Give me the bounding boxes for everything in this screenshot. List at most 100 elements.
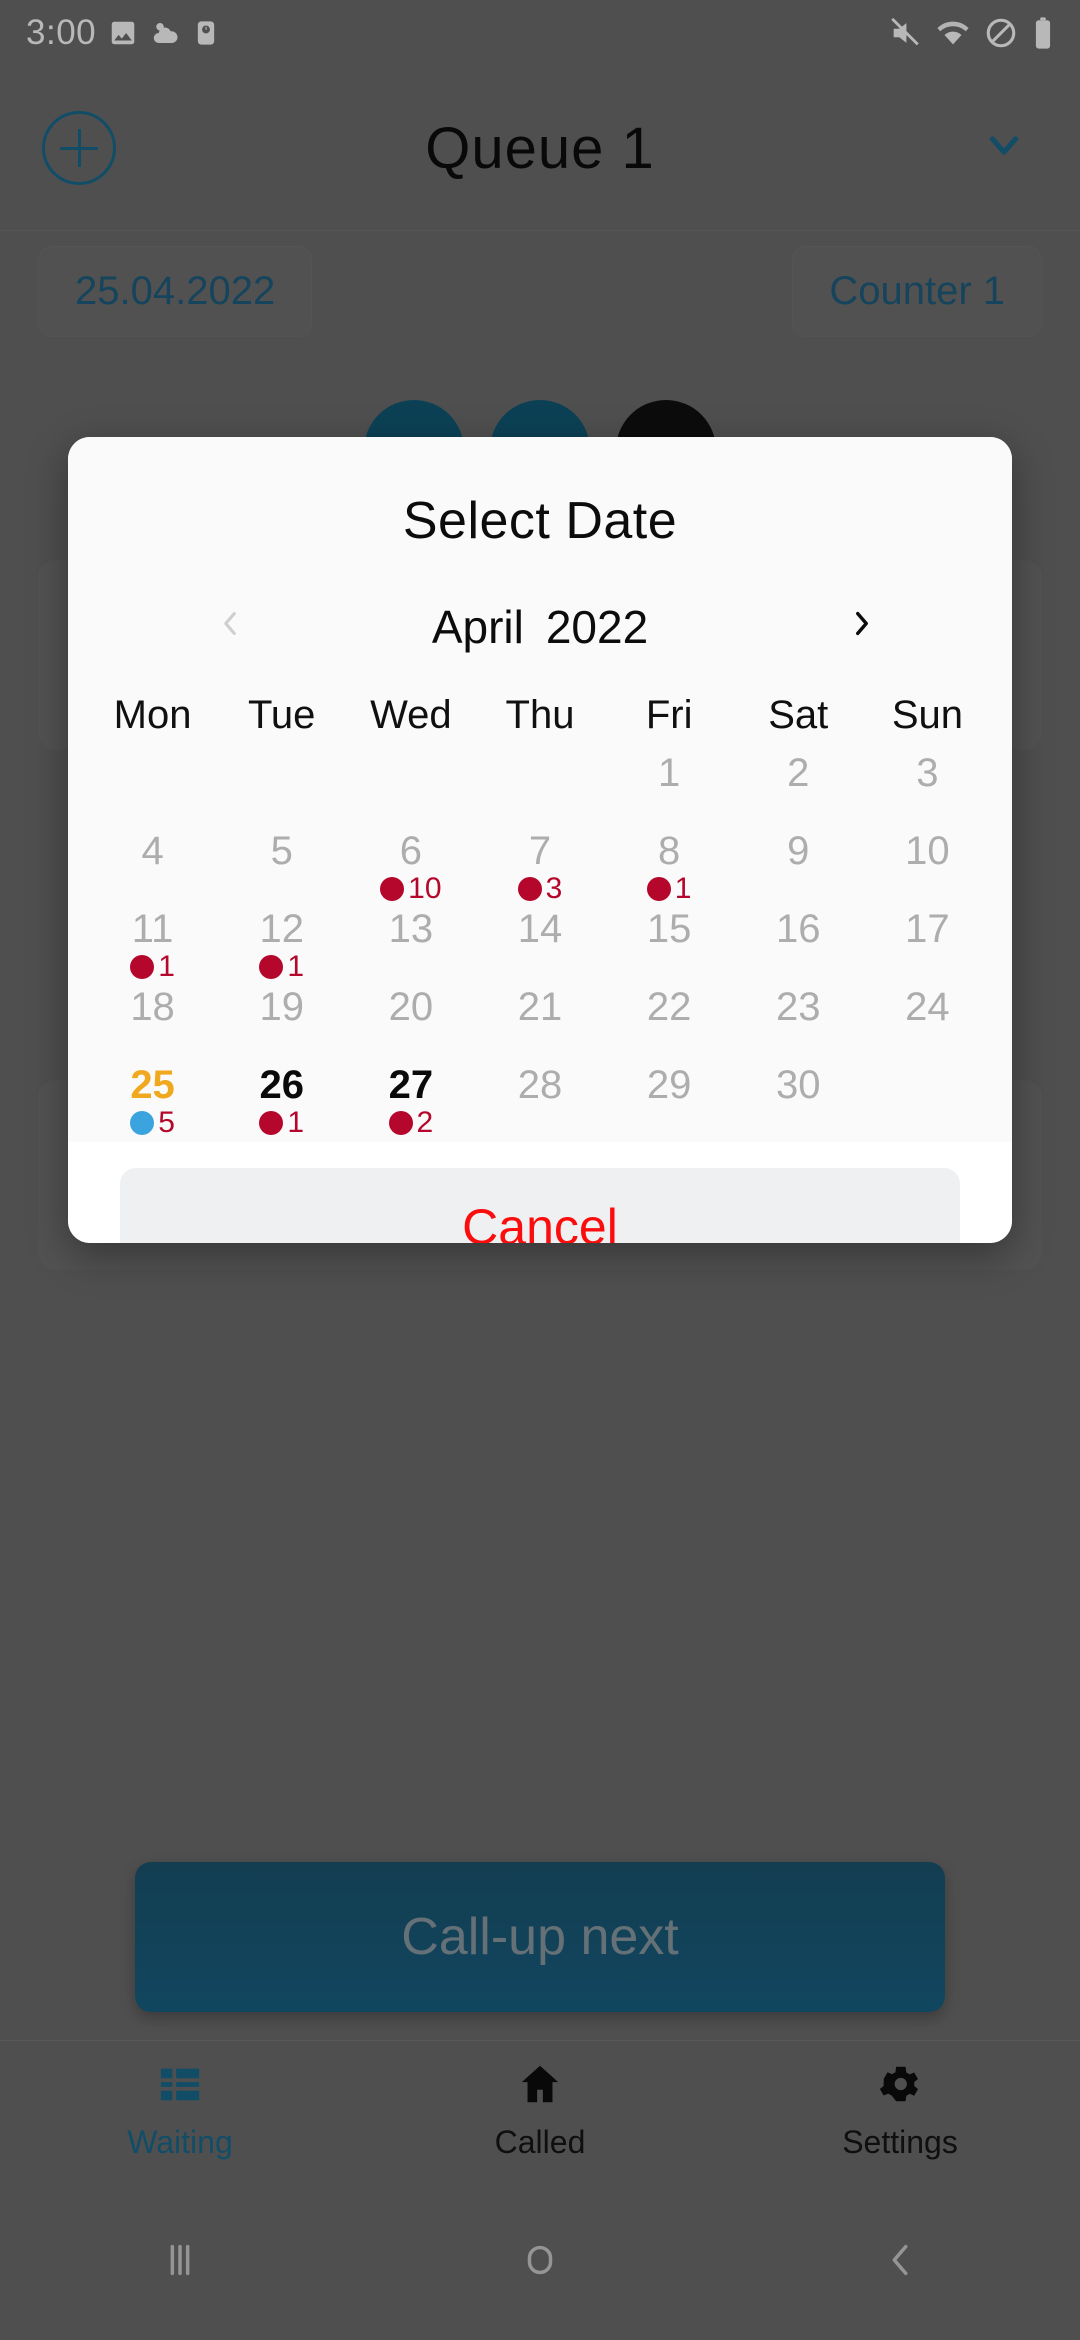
badge-dot-icon	[130, 955, 155, 979]
badge-count: 1	[287, 1106, 305, 1139]
day-number: 1	[658, 751, 681, 795]
day-number: 2	[787, 751, 810, 795]
weekday-header: Mon	[113, 693, 192, 737]
day-number: 12	[259, 907, 304, 951]
day-number: 7	[528, 829, 552, 873]
year-number: 2022	[545, 601, 649, 653]
day-badge: 1	[646, 872, 692, 905]
day-number: 4	[141, 829, 164, 873]
calendar-day-3[interactable]: 3	[863, 752, 992, 830]
weekday-header: Tue	[247, 693, 316, 737]
calendar-day-empty	[475, 752, 604, 830]
badge-dot-icon	[259, 955, 284, 979]
calendar-day-25[interactable]: 25 5	[88, 1064, 217, 1142]
day-number: 13	[388, 907, 434, 951]
day-number: 6	[399, 829, 422, 873]
calendar-day-29[interactable]: 29	[605, 1064, 734, 1142]
day-badge: 2	[388, 1106, 434, 1139]
badge-count: 5	[158, 1106, 175, 1139]
calendar-day-11[interactable]: 11 1	[88, 908, 217, 986]
day-badge: 3	[517, 872, 563, 905]
calendar-day-8[interactable]: 81	[605, 830, 734, 908]
day-number: 29	[646, 1063, 692, 1107]
day-badge: 1	[130, 952, 175, 982]
calendar-day-27[interactable]: 27 2	[346, 1064, 475, 1142]
badge-count: 10	[408, 872, 442, 905]
calendar-day-16[interactable]: 16	[734, 908, 863, 986]
calendar-day-6[interactable]: 6 10	[346, 830, 475, 908]
calendar-day-28[interactable]: 28	[475, 1064, 604, 1142]
calendar-day-7[interactable]: 73	[475, 830, 604, 908]
calendar-day-26[interactable]: 26 1	[217, 1064, 346, 1142]
calendar-day-18[interactable]: 18	[88, 986, 217, 1064]
day-number: 25	[130, 1063, 175, 1107]
calendar-day-1[interactable]: 1	[605, 752, 734, 830]
badge-dot-icon	[646, 877, 671, 901]
day-number: 22	[646, 985, 692, 1029]
calendar-day-empty	[346, 752, 475, 830]
calendar-day-30[interactable]: 30	[734, 1064, 863, 1142]
day-number: 28	[517, 1063, 563, 1107]
calendar-day-empty	[217, 752, 346, 830]
day-number: 17	[905, 907, 950, 951]
weekday-header: Wed	[370, 693, 452, 737]
calendar-day-17[interactable]: 17	[863, 908, 992, 986]
calendar-day-10[interactable]: 10	[863, 830, 992, 908]
calendar-day-13[interactable]: 13	[346, 908, 475, 986]
badge-dot-icon	[380, 877, 405, 901]
calendar-day-empty	[88, 752, 217, 830]
day-number: 3	[916, 751, 939, 795]
badge-count: 3	[545, 872, 563, 905]
date-picker-dialog: Select Date April 2022 Mon Tue Wed Thu Fri Sat…	[68, 437, 1012, 1243]
dialog-footer: Cancel	[68, 1142, 1012, 1243]
cancel-button-label: Cancel	[462, 1199, 618, 1243]
badge-count: 1	[287, 950, 305, 983]
calendar-day-19[interactable]: 19	[217, 986, 346, 1064]
calendar-day-grid: 1 2 3 4 5 6 10 7 3 8 1 9 10 11 1 12 1 13 14 15 16 17 18 19 20 21 2…	[68, 752, 1012, 1142]
day-number: 20	[388, 985, 434, 1029]
day-number: 30	[776, 1063, 821, 1107]
day-badge: 10	[380, 872, 442, 905]
calendar-day-15[interactable]: 15	[605, 908, 734, 986]
dialog-title: Select Date	[402, 492, 678, 550]
badge-dot-icon	[259, 1111, 284, 1135]
month-year-label: April 2022	[432, 600, 648, 654]
day-number: 10	[905, 829, 950, 873]
chevron-left-icon[interactable]	[200, 600, 260, 655]
day-number: 8	[658, 829, 681, 873]
day-badge: 1	[259, 952, 304, 982]
month-name: April	[431, 601, 524, 653]
calendar-day-4[interactable]: 4	[88, 830, 217, 908]
calendar-day-5[interactable]: 5	[217, 830, 346, 908]
badge-count: 1	[158, 950, 175, 983]
day-number: 11	[131, 907, 174, 951]
day-number: 16	[776, 907, 821, 951]
day-number: 21	[517, 985, 563, 1029]
calendar-day-12[interactable]: 12 1	[217, 908, 346, 986]
weekday-header-row: Mon Tue Wed Thu Fri Sat Sun	[68, 693, 1012, 738]
day-number: 27	[388, 1063, 434, 1107]
calendar-day-14[interactable]: 14	[475, 908, 604, 986]
calendar-day-22[interactable]: 22	[605, 986, 734, 1064]
calendar-day-20[interactable]: 20	[346, 986, 475, 1064]
day-number: 5	[270, 829, 293, 873]
calendar-day-9[interactable]: 9	[734, 830, 863, 908]
day-badge: 1	[259, 1108, 304, 1138]
day-number: 26	[259, 1063, 304, 1107]
calendar-day-empty	[863, 1064, 992, 1142]
badge-count: 2	[416, 1106, 434, 1139]
cancel-button[interactable]: Cancel	[120, 1168, 960, 1243]
calendar-day-24[interactable]: 24	[863, 986, 992, 1064]
day-number: 19	[259, 985, 304, 1029]
calendar-day-23[interactable]: 23	[734, 986, 863, 1064]
day-badge: 5	[130, 1108, 175, 1138]
chevron-right-icon[interactable]	[832, 600, 892, 655]
day-number: 18	[130, 985, 175, 1029]
badge-count: 1	[674, 872, 692, 905]
calendar-day-2[interactable]: 2	[734, 752, 863, 830]
day-number: 14	[517, 907, 563, 951]
badge-dot-icon	[517, 877, 542, 901]
weekday-header: Sun	[891, 693, 963, 737]
day-number: 23	[776, 985, 821, 1029]
calendar-day-21[interactable]: 21	[475, 986, 604, 1064]
